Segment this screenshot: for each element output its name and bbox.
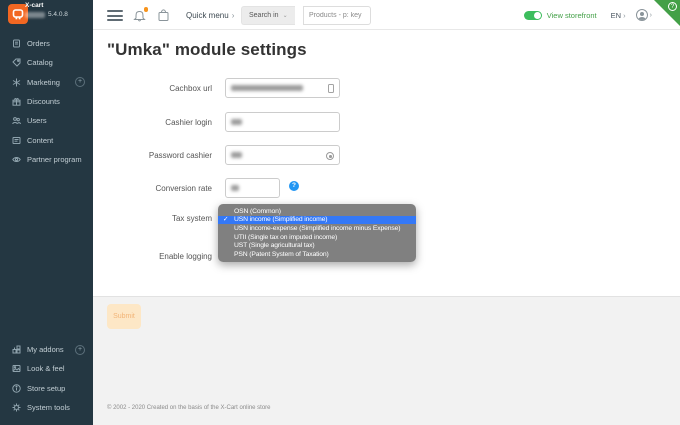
field-label: Cashier login <box>165 117 212 127</box>
blurred-value <box>231 85 303 91</box>
tax-option-usn-income[interactable]: ✓ USN income (Simplified income) <box>218 215 416 225</box>
form-row-conversion-rate: Conversion rate ? <box>93 178 513 198</box>
sidebar-item-store-setup[interactable]: Store setup <box>0 379 93 398</box>
submit-button[interactable]: Submit <box>107 304 141 329</box>
chevron-right-icon: › <box>231 10 235 20</box>
cashier-login-input[interactable] <box>225 112 340 132</box>
marketplace-bag-icon[interactable] <box>157 8 171 22</box>
storefront-toggle[interactable] <box>523 10 542 20</box>
conversion-rate-help-icon[interactable]: ? <box>289 181 299 191</box>
help-badge-icon[interactable]: ? <box>668 2 677 11</box>
tax-option-utii[interactable]: UTII (Single tax on imputed income) <box>218 233 416 242</box>
top-header: Quick menu › Search in ⌄ View storefront… <box>93 0 680 30</box>
sidebar-item-partner-program[interactable]: Partner program <box>0 150 93 169</box>
tax-option-osn[interactable]: OSN (Common) <box>218 207 416 216</box>
sidebar-item-users[interactable]: Users <box>0 111 93 130</box>
discounts-icon <box>11 97 21 107</box>
form-row-cachbox-url: Cachbox url <box>93 78 513 98</box>
sidebar-item-content[interactable]: Content <box>0 130 93 149</box>
cachbox-url-input[interactable] <box>225 78 340 98</box>
chevron-right-icon: › <box>623 10 626 20</box>
tax-option-usn-income-expense[interactable]: USN income-expense (Simplified income mi… <box>218 224 416 233</box>
field-label: Password cashier <box>148 150 212 160</box>
chevron-right-icon: › <box>649 11 652 19</box>
my-addons-add-icon[interactable]: + <box>75 344 85 355</box>
partner-program-icon <box>11 154 21 164</box>
sidebar-item-system-tools[interactable]: System tools <box>0 398 93 417</box>
search-in-dropdown[interactable]: Search in ⌄ <box>241 6 295 25</box>
main-content: "Umka" module settings Cachbox url Cashi… <box>93 30 680 425</box>
look-feel-icon <box>11 364 21 374</box>
form-footer-section: Submit © 2002 - 2020 Created on the basi… <box>93 296 680 425</box>
edition-name-blurred <box>25 12 45 18</box>
field-label: Cachbox url <box>169 83 212 93</box>
search-input[interactable] <box>303 6 371 25</box>
version-number: 5.4.0.8 <box>48 11 68 18</box>
quick-menu[interactable]: Quick menu › <box>186 0 234 30</box>
sidebar-nav: Orders Catalog Marketing + Discounts Use… <box>0 34 93 169</box>
view-storefront-link[interactable]: View storefront <box>547 11 597 20</box>
sidebar-item-catalog[interactable]: Catalog <box>0 53 93 72</box>
language-selector[interactable]: EN › <box>611 11 626 20</box>
page-title: "Umka" module settings <box>107 40 307 59</box>
blurred-value <box>231 185 239 191</box>
reveal-password-icon[interactable] <box>326 152 334 160</box>
tax-system-dropdown: OSN (Common) ✓ USN income (Simplified in… <box>218 204 416 262</box>
tax-option-ust[interactable]: UST (Single agricultural tax) <box>218 242 416 251</box>
field-label: Conversion rate <box>155 183 212 193</box>
notification-dot <box>143 7 148 12</box>
sidebar-item-discounts[interactable]: Discounts <box>0 92 93 111</box>
marketing-add-icon[interactable]: + <box>75 77 85 88</box>
store-setup-icon <box>11 383 21 393</box>
form-row-password-cashier: Password cashier <box>93 145 513 165</box>
brand-name: X-cart <box>25 2 44 9</box>
my-addons-icon <box>11 345 21 355</box>
system-tools-icon <box>11 403 21 413</box>
blurred-value <box>231 119 242 125</box>
header-right-cluster: View storefront EN › › <box>523 0 652 30</box>
catalog-icon <box>11 58 21 68</box>
users-icon <box>11 116 21 126</box>
tax-option-psn[interactable]: PSN (Patent System of Taxation) <box>218 250 416 259</box>
sidebar: X-cart 5.4.0.8 Orders Catalog Marketing … <box>0 0 93 425</box>
checkmark-icon: ✓ <box>223 215 229 223</box>
conversion-rate-input[interactable] <box>225 178 280 198</box>
chevron-down-icon: ⌄ <box>282 13 288 19</box>
account-menu[interactable]: › <box>635 9 652 21</box>
orders-icon <box>11 39 21 49</box>
field-label: Enable logging <box>159 251 212 261</box>
form-row-cashier-login: Cashier login <box>93 112 513 132</box>
hamburger-menu-icon[interactable] <box>107 10 123 21</box>
password-cashier-input[interactable] <box>225 145 340 165</box>
sidebar-nav-bottom: My addons + Look & feel Store setup Syst… <box>0 340 93 417</box>
avatar-icon <box>635 9 648 21</box>
field-action-icon[interactable] <box>328 84 334 93</box>
sidebar-item-marketing[interactable]: Marketing + <box>0 73 93 92</box>
sidebar-item-my-addons[interactable]: My addons + <box>0 340 93 359</box>
sidebar-item-orders[interactable]: Orders <box>0 34 93 53</box>
copyright-text: © 2002 - 2020 Created on the basis of th… <box>107 405 271 411</box>
marketing-icon <box>11 77 21 87</box>
content-icon <box>11 135 21 145</box>
notifications-bell-icon[interactable] <box>133 7 148 22</box>
field-label: Tax system <box>171 213 212 223</box>
blurred-value <box>231 152 242 158</box>
sidebar-item-look-feel[interactable]: Look & feel <box>0 359 93 378</box>
